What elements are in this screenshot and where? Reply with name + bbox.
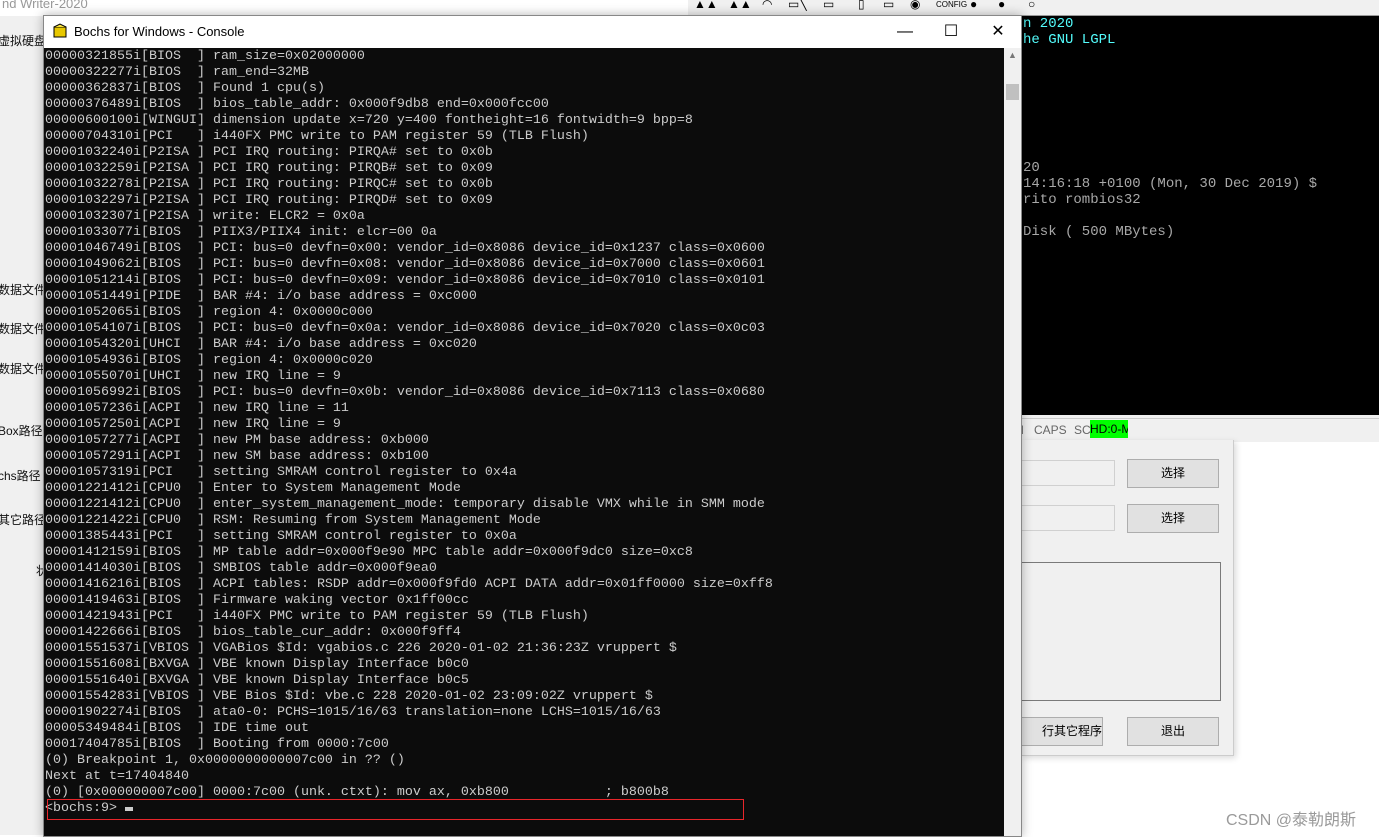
- screen-line: 14:16:18 +0100 (Mon, 30 Dec 2019) $: [1023, 176, 1318, 192]
- status-caps: CAPS: [1034, 423, 1067, 437]
- console-line: 00001052065i[BIOS ] region 4: 0x0000c000: [45, 305, 373, 320]
- snapshot-icon[interactable]: ◉: [910, 0, 920, 10]
- scroll-up-icon[interactable]: ▲: [1008, 50, 1017, 60]
- path-input-1[interactable]: [1021, 460, 1115, 486]
- screen-line: n 2020: [1023, 16, 1074, 32]
- console-line: Next at t=17404840: [45, 769, 189, 784]
- console-line: 00001046749i[BIOS ] PCI: bus=0 devfn=0x0…: [45, 241, 765, 256]
- scroll-thumb[interactable]: [1006, 84, 1019, 100]
- console-line: 00000321855i[BIOS ] ram_size=0x02000000: [45, 49, 365, 64]
- console-line: 00001902274i[BIOS ] ata0-0: PCHS=1015/16…: [45, 705, 661, 720]
- console-line: 00001057236i[ACPI ] new IRQ line = 11: [45, 401, 349, 416]
- maximize-button[interactable]: ☐: [928, 16, 974, 48]
- console-line: 00001551608i[BXVGA ] VBE known Display I…: [45, 657, 469, 672]
- exit-button[interactable]: 退出: [1127, 717, 1219, 746]
- console-line: 00001221412i[CPU0 ] enter_system_managem…: [45, 497, 765, 512]
- label-bochs-path: chs路径: [0, 469, 41, 483]
- console-line: 00001221422i[CPU0 ] RSM: Resuming from S…: [45, 513, 541, 528]
- console-line: 00001221412i[CPU0 ] Enter to System Mana…: [45, 481, 461, 496]
- label-other-path: 其它路径: [0, 513, 47, 527]
- console-line: 00001032240i[P2ISA ] PCI IRQ routing: PI…: [45, 145, 493, 160]
- console-line: 00001551537i[VBIOS ] VGABios $Id: vgabio…: [45, 641, 677, 656]
- status-hd-indicator: HD:0-M: [1090, 420, 1128, 438]
- close-button[interactable]: ✕: [975, 16, 1021, 48]
- console-output[interactable]: 00000321855i[BIOS ] ram_size=0x02000000 0…: [44, 48, 1004, 836]
- highlight-annotation-box: [47, 799, 744, 820]
- copy-icon[interactable]: ▯: [858, 0, 865, 10]
- screen-line: Disk ( 500 MBytes): [1023, 224, 1175, 240]
- screen-line: 20: [1023, 160, 1040, 176]
- label-data-file-3: 数据文件: [0, 362, 47, 376]
- console-line: 00001054320i[UHCI ] BAR #4: i/o base add…: [45, 337, 477, 352]
- console-line: 00001049062i[BIOS ] PCI: bus=0 devfn=0x0…: [45, 257, 765, 272]
- console-line: 00005349484i[BIOS ] IDE time out: [45, 721, 309, 736]
- screen-line: he GNU LGPL: [1023, 32, 1116, 48]
- mouse-icon[interactable]: ▭╲: [788, 0, 807, 10]
- console-line: 00001385443i[PCI ] setting SMRAM control…: [45, 529, 517, 544]
- console-line: 00001056992i[BIOS ] PCI: bus=0 devfn=0x0…: [45, 385, 765, 400]
- console-line: 00001054936i[BIOS ] region 4: 0x0000c020: [45, 353, 373, 368]
- console-line: 00001414030i[BIOS ] SMBIOS table addr=0x…: [45, 561, 437, 576]
- console-line: 00000600100i[WINGUI] dimension update x=…: [45, 113, 693, 128]
- console-window: Bochs for Windows - Console — ☐ ✕ 000003…: [43, 15, 1022, 837]
- bochs-display: n 2020 he GNU LGPL 20 14:16:18 +0100 (Mo…: [1021, 16, 1379, 415]
- console-line: 00001054107i[BIOS ] PCI: bus=0 devfn=0x0…: [45, 321, 765, 336]
- console-line: 00001032259i[P2ISA ] PCI IRQ routing: PI…: [45, 161, 493, 176]
- console-line: 00000362837i[BIOS ] Found 1 cpu(s): [45, 81, 325, 96]
- console-line: 00001051449i[PIDE ] BAR #4: i/o base add…: [45, 289, 477, 304]
- screen-line: rito rombios32: [1023, 192, 1141, 208]
- select-button-2[interactable]: 选择: [1127, 504, 1219, 533]
- run-other-program-button[interactable]: 行其它程序: [1021, 717, 1103, 746]
- floppy-a-icon[interactable]: ▲▲: [694, 0, 718, 10]
- console-line: 00001057277i[ACPI ] new PM base address:…: [45, 433, 429, 448]
- user-icon[interactable]: ▭: [823, 0, 834, 10]
- cdrom-icon[interactable]: ◠: [762, 0, 772, 10]
- console-scrollbar[interactable]: ▲: [1004, 48, 1021, 836]
- console-line: 00001419463i[BIOS ] Firmware waking vect…: [45, 593, 469, 608]
- paste-icon[interactable]: ▭: [883, 0, 894, 10]
- console-line: 00001421943i[PCI ] i440FX PMC write to P…: [45, 609, 589, 624]
- floppy-b-icon[interactable]: ▲▲: [728, 0, 752, 10]
- suspend-icon[interactable]: ●: [998, 0, 1005, 10]
- console-line: 00000704310i[PCI ] i440FX PMC write to P…: [45, 129, 589, 144]
- label-data-file-1: 数据文件: [0, 283, 47, 297]
- reset-icon[interactable]: ●: [970, 0, 977, 10]
- console-lines: 00000321855i[BIOS ] ram_size=0x02000000 0…: [45, 49, 773, 817]
- console-line: 00000322277i[BIOS ] ram_end=32MB: [45, 65, 309, 80]
- background-app-titlebar: nd Writer-2020: [0, 0, 690, 16]
- watermark: CSDN @泰勒朗斯: [1226, 812, 1357, 829]
- console-title: Bochs for Windows - Console: [74, 24, 245, 39]
- console-line: 00017404785i[BIOS ] Booting from 0000:7c…: [45, 737, 389, 752]
- label-data-file-2: 数据文件: [0, 322, 47, 336]
- console-line: (0) Breakpoint 1, 0x0000000000007c00 in …: [45, 753, 405, 768]
- label-box-path: Box路径: [0, 424, 43, 438]
- console-line: 00001057250i[ACPI ] new IRQ line = 9: [45, 417, 341, 432]
- console-line: 00001055070i[UHCI ] new IRQ line = 9: [45, 369, 341, 384]
- console-line: 00001057291i[ACPI ] new SM base address:…: [45, 449, 429, 464]
- select-button-1[interactable]: 选择: [1127, 459, 1219, 488]
- path-input-2[interactable]: [1021, 505, 1115, 531]
- console-line: 00001032297i[P2ISA ] PCI IRQ routing: PI…: [45, 193, 493, 208]
- console-line: 00001032307i[P2ISA ] write: ELCR2 = 0x0a: [45, 209, 365, 224]
- background-app-title: nd Writer-2020: [2, 0, 88, 11]
- output-textarea[interactable]: [1021, 562, 1221, 701]
- console-line: 00001412159i[BIOS ] MP table addr=0x000f…: [45, 545, 693, 560]
- minimize-button[interactable]: —: [882, 16, 928, 48]
- bochs-app-icon: [53, 23, 67, 38]
- console-line: 00001416216i[BIOS ] ACPI tables: RSDP ad…: [45, 577, 773, 592]
- console-line: 00001551640i[BXVGA ] VBE known Display I…: [45, 673, 469, 688]
- console-line: 00001057319i[PCI ] setting SMRAM control…: [45, 465, 517, 480]
- console-line: 00001033077i[BIOS ] PIIX3/PIIX4 init: el…: [45, 225, 437, 240]
- console-line: 00001032278i[P2ISA ] PCI IRQ routing: PI…: [45, 177, 493, 192]
- console-line: 00001554283i[VBIOS ] VBE Bios $Id: vbe.c…: [45, 689, 653, 704]
- console-line: 00000376489i[BIOS ] bios_table_addr: 0x0…: [45, 97, 549, 112]
- power-icon[interactable]: ○: [1028, 0, 1035, 10]
- console-titlebar[interactable]: Bochs for Windows - Console — ☐ ✕: [44, 16, 1021, 48]
- console-line: 00001422666i[BIOS ] bios_table_cur_addr:…: [45, 625, 461, 640]
- bochs-status-bar: l CAPS SCRL: [1021, 418, 1379, 441]
- console-line: 00001051214i[BIOS ] PCI: bus=0 devfn=0x0…: [45, 273, 765, 288]
- config-button[interactable]: CONFIG: [936, 1, 967, 9]
